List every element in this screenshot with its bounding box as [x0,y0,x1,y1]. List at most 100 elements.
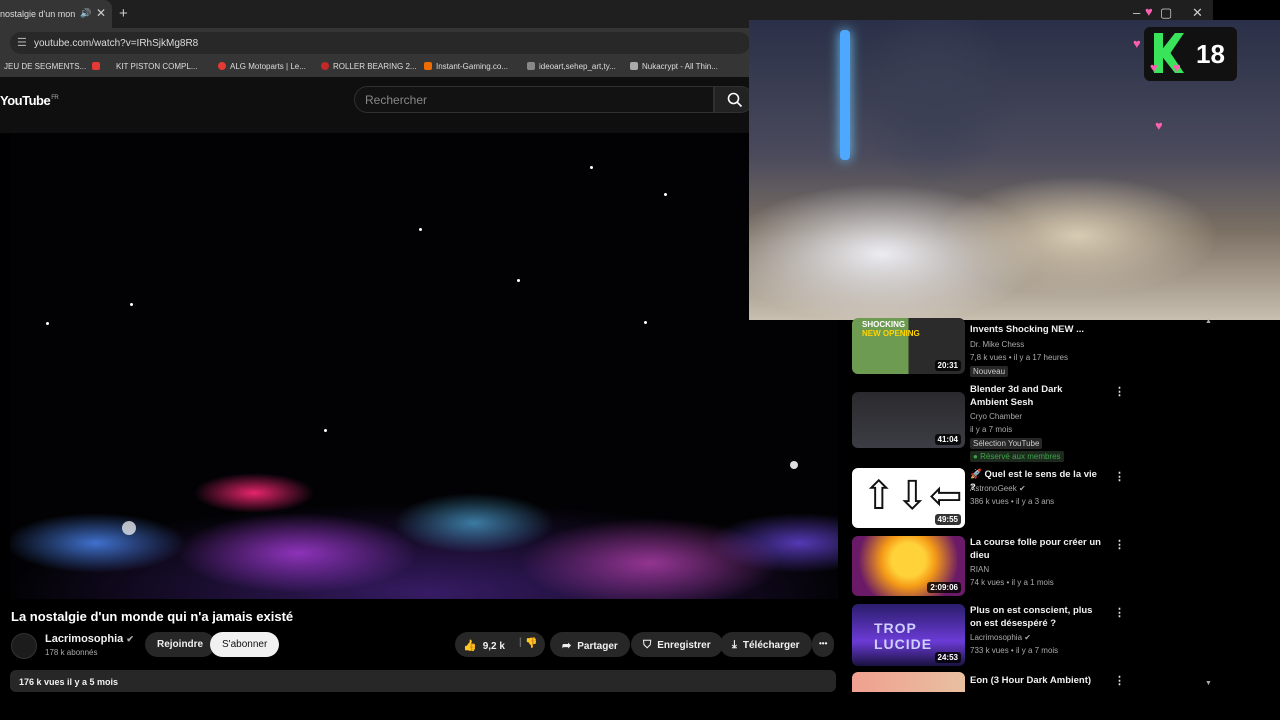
thumbnail: SHOCKING NEW OPENING 20:31 [852,318,965,374]
thumbnail [852,672,965,692]
recommendation-channel: Cryo Chamber [970,412,1023,421]
recommendation-channel: Dr. Mike Chess [970,340,1025,349]
recommendation-meta: il y a 7 mois [970,425,1013,434]
scroll-down-icon[interactable]: ▼ [1205,680,1212,687]
recommendation-channel: Lacrimosophia ✔ [970,633,1031,642]
more-options-icon[interactable]: ⋮ [1114,538,1125,551]
new-tab-button[interactable]: + [119,5,128,22]
particle [664,193,667,196]
download-button[interactable]: ⤓ Télécharger [720,632,812,657]
scroll-up-icon[interactable]: ▲ [1205,318,1212,325]
subscribe-button[interactable]: S'abonner [210,632,280,657]
verified-icon: ✔ [1024,633,1031,642]
bookmark-favicon-icon [218,62,226,70]
thumbnail: ⇧⇩⇦ 49:55 [852,468,965,528]
video-frame [10,433,838,599]
bookmark-item[interactable]: JEU DE SEGMENTS... [4,62,86,71]
search-input[interactable]: Rechercher [354,86,714,113]
bottom-bar [0,692,1280,720]
bookmark-item[interactable]: Nukacrypt - All Thin... [630,62,718,71]
new-badge: Nouveau [970,366,1009,377]
bookmark-favicon-icon [92,62,100,70]
minimize-button[interactable]: – [1133,5,1140,20]
video-player[interactable] [10,133,838,599]
url-text: youtube.com/watch?v=IRhSjkMg8R8 [34,38,199,49]
share-button[interactable]: ➦ Partager [550,632,630,657]
recommendation-item[interactable]: ⇧⇩⇦ 49:55 🚀 Quel est le sens de la vie ?… [852,468,1152,532]
recommendation-meta: 733 k vues • il y a 7 mois [970,646,1059,655]
members-icon: ● [973,452,978,461]
bookmark-favicon-icon [630,62,638,70]
bookmark-icon: ⛉ [643,639,652,651]
heart-icon: ♥ [1133,36,1141,51]
bookmark-favicon-icon [321,62,329,70]
video-title: La nostalgie d'un monde qui n'a jamais e… [11,609,294,624]
verified-icon: ✔ [126,634,134,644]
recommendation-title: Invents Shocking NEW ... [970,324,1085,335]
recommendation-title: La course folle pour créer un dieu [970,537,1101,561]
site-settings-icon[interactable]: ☰ [17,36,27,49]
recommendation-item[interactable]: TROP LUCIDE 24:53 Plus on est conscient,… [852,604,1152,668]
bookmark-favicon-icon [424,62,432,70]
more-options-icon[interactable]: ⋮ [1114,470,1125,483]
recommendation-meta: 74 k vues • il y a 1 mois [970,578,1054,587]
screen: { "browser": { "tab_title": "nostalgie d… [0,0,1280,720]
recommendation-title: Blender 3d and Dark Ambient Sesh [970,384,1063,408]
recommendation-item[interactable]: 41:04 Blender 3d and Dark Ambient Sesh C… [852,383,1152,463]
youtube-logo[interactable]: YouTubeFR [0,93,59,108]
particle [419,228,422,231]
particle [590,166,593,169]
recommendation-item[interactable]: Eon (3 Hour Dark Ambient) ⋮ [852,672,1152,692]
recommendation-channel: AstronoGeek ✔ [970,484,1026,493]
duration-badge: 41:04 [934,434,961,445]
particle [122,521,136,535]
recommendation-item[interactable]: SHOCKING NEW OPENING 20:31 Invents Shocki… [852,318,1152,378]
thumbs-down-icon[interactable]: 👎 [525,638,537,649]
save-button[interactable]: ⛉ Enregistrer [631,632,723,657]
recommendation-title: Eon (3 Hour Dark Ambient) [970,675,1092,686]
more-options-icon[interactable]: ⋮ [1114,674,1125,687]
recommendation-title: Plus on est conscient, plus on est déses… [970,605,1093,629]
particle [517,279,520,282]
search-button[interactable] [714,86,754,113]
duration-badge: 20:31 [934,360,961,371]
heart-icon: ♥ [1145,4,1153,19]
tab-close-icon[interactable]: ✕ [96,6,106,20]
search-icon [727,92,743,108]
particle [324,429,327,432]
bookmark-item[interactable]: ALG Motoparts | Le... [218,62,306,71]
channel-name[interactable]: Lacrimosophia ✔ [45,633,134,645]
recommendation-meta: 386 k vues • il y a 3 ans [970,497,1055,506]
channel-subscribers: 178 k abonnés [45,648,98,657]
bookmark-item[interactable]: KIT PISTON COMPL... [92,62,198,71]
bookmark-item[interactable]: ideoart,sehep_art,ty... [527,62,616,71]
particle [644,321,647,324]
duration-badge: 2:09:06 [927,582,961,593]
like-button[interactable]: 👍 9,2 k | 👎 [455,632,545,657]
bookmark-favicon-icon [527,62,535,70]
description-box[interactable]: 176 k vues il y a 5 mois [10,670,836,692]
browser-tab[interactable]: nostalgie d'un monde 🔊 ✕ [0,0,112,28]
more-options-icon[interactable]: ⋮ [1114,606,1125,619]
duration-badge: 24:53 [934,652,961,663]
recommendation-channel: RIAN [970,565,990,574]
more-options-icon[interactable]: ⋮ [1114,385,1125,398]
share-icon: ➦ [562,640,572,652]
verified-icon: ✔ [1018,484,1026,493]
speaker-icon[interactable]: 🔊 [80,8,91,19]
more-actions-button[interactable]: ••• [812,632,835,657]
bookmark-item[interactable]: Instant-Gaming.co... [424,62,508,71]
bookmark-item[interactable]: ROLLER BEARING 2... [321,62,417,71]
channel-avatar[interactable] [11,633,37,659]
join-button[interactable]: Rejoindre [145,632,216,657]
address-bar[interactable]: ☰ youtube.com/watch?v=IRhSjkMg8R8 [10,32,750,54]
heart-icon: ♥ [1155,118,1163,133]
maximize-button[interactable]: ▢ [1160,5,1172,21]
recommendation-meta: 7,8 k vues • il y a 17 heures [970,353,1068,362]
heart-icon: ♥ [1173,60,1181,75]
close-window-button[interactable]: ✕ [1192,5,1203,21]
tab-title: nostalgie d'un monde [0,9,75,19]
thumbnail: 41:04 [852,392,965,448]
thumbnail: 2:09:06 [852,536,965,596]
recommendation-item[interactable]: 2:09:06 La course folle pour créer un di… [852,536,1152,600]
